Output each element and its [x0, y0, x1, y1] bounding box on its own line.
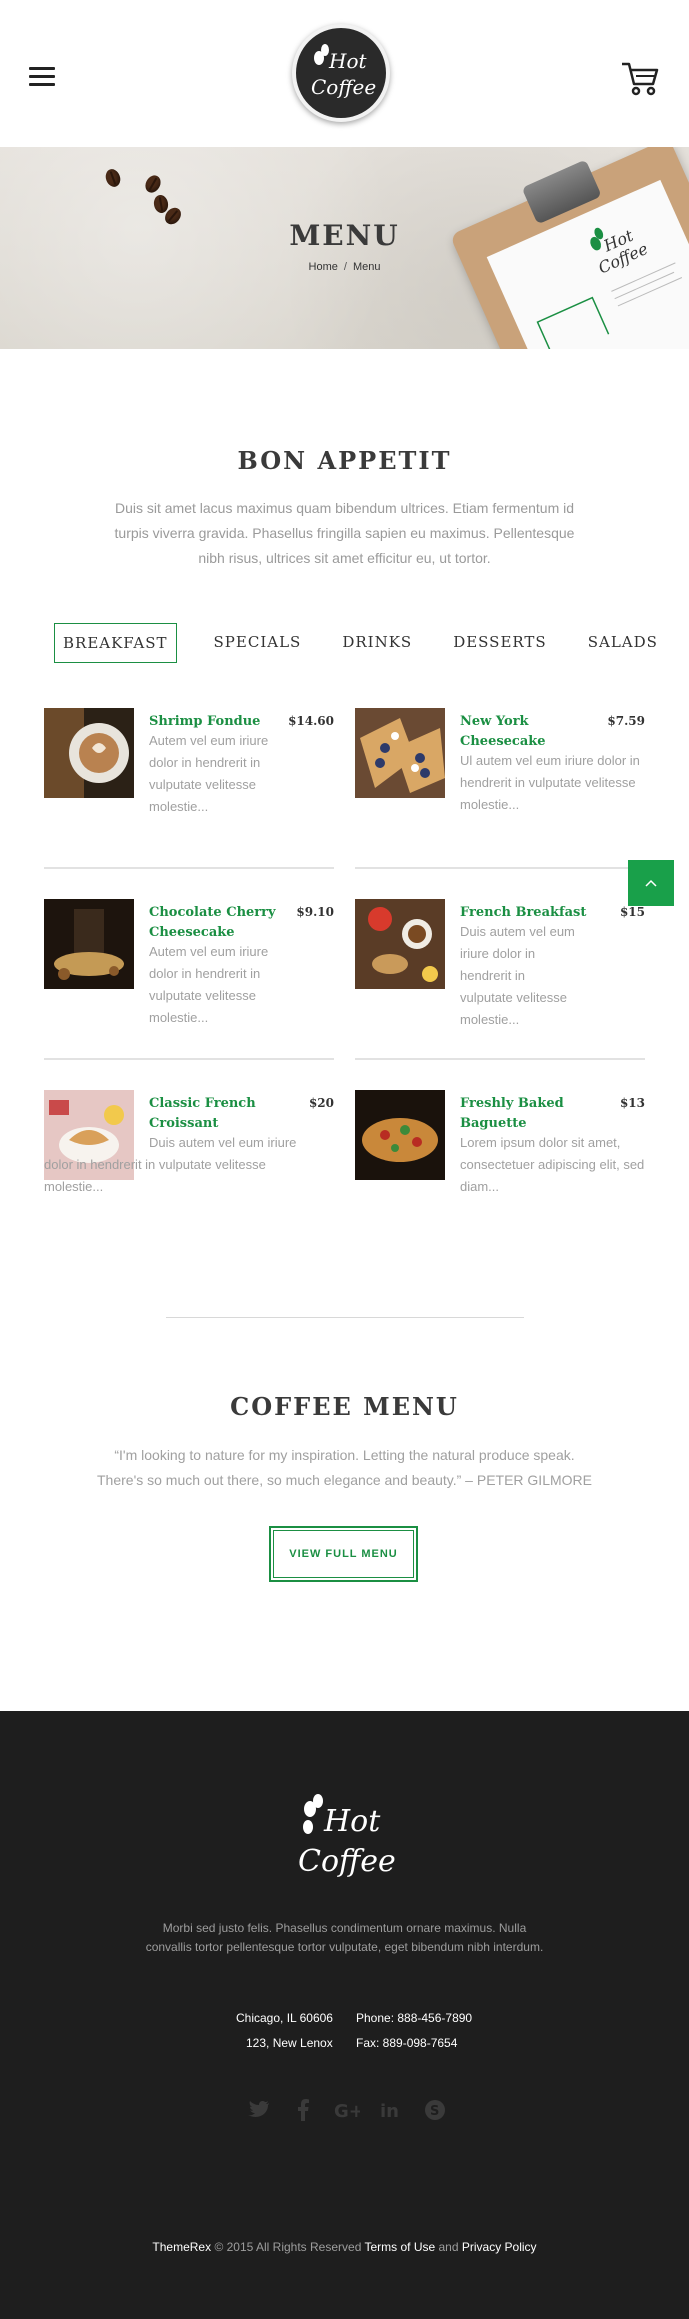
site-logo[interactable]: Hot Coffee	[292, 24, 390, 122]
menu-item[interactable]: French Breakfast $15 Duis autem vel eum …	[355, 899, 645, 1027]
menu-item-image	[355, 1090, 445, 1180]
privacy-policy-link[interactable]: Privacy Policy	[462, 2240, 537, 2254]
menu-tabs: BREAKFAST SPECIALS DRINKS DESSERTS SALAD…	[54, 622, 677, 664]
page-banner: Hot Coffee MENU Home / Menu	[0, 147, 689, 349]
site-footer: Hot Coffee Morbi sed justo felis. Phasel…	[0, 1711, 689, 2319]
section-divider	[166, 1317, 524, 1318]
menu-divider	[44, 867, 334, 869]
breadcrumb-separator: /	[343, 261, 347, 273]
menu-item[interactable]: New York Cheesecake $7.59 Ul autem vel e…	[355, 708, 645, 818]
menu-item-name[interactable]: Freshly Baked Baguette	[460, 1094, 600, 1134]
svg-text:Hot: Hot	[323, 1804, 381, 1839]
svg-text:Hot: Hot	[328, 49, 367, 73]
menu-item-name[interactable]: French Breakfast	[460, 903, 600, 923]
menu-item-image	[44, 899, 134, 989]
tab-breakfast[interactable]: BREAKFAST	[54, 623, 177, 663]
terms-of-use-link[interactable]: Terms of Use	[364, 2240, 435, 2254]
svg-text:G+: G+	[334, 2101, 360, 2120]
social-links: G+ in S	[246, 2097, 466, 2123]
view-full-menu-button[interactable]: VIEW FULL MENU	[269, 1526, 418, 1582]
menu-item-price: $14.60	[288, 714, 334, 728]
menu-divider	[355, 1058, 645, 1060]
logo-coffee-bean-icon: Hot Coffee	[311, 44, 376, 99]
menu-item-description: Ul autem vel eum iriure dolor in hendrer…	[460, 753, 640, 812]
menu-item-price: $13	[619, 1096, 645, 1110]
menu-item-description: Duis autem vel eum iriure dolor in hendr…	[460, 924, 575, 1027]
footer-fax: Fax: 889-098-7654	[356, 2036, 458, 2050]
svg-text:Coffee: Coffee	[298, 1844, 396, 1879]
menu-item-name[interactable]: New York Cheesecake	[460, 712, 580, 752]
footer-address-line-2: 123, New Lenox	[246, 2036, 333, 2050]
menu-item-price: $15	[619, 905, 645, 919]
tab-salads[interactable]: SALADS	[580, 623, 666, 663]
scroll-to-top-button[interactable]	[628, 860, 674, 906]
facebook-icon[interactable]	[290, 2097, 316, 2123]
chevron-up-icon	[645, 879, 657, 887]
tab-desserts[interactable]: DESSERTS	[445, 623, 555, 663]
menu-item-description: Lorem ipsum dolor sit amet, consectetuer…	[460, 1135, 645, 1194]
breadcrumb-home-link[interactable]: Home	[309, 261, 338, 273]
hamburger-icon[interactable]	[29, 67, 55, 87]
skype-icon[interactable]: S	[422, 2097, 448, 2123]
svg-text:Coffee: Coffee	[311, 75, 376, 99]
footer-phone[interactable]: Phone: 888-456-7890	[356, 2011, 472, 2025]
bon-appetit-text: Duis sit amet lacus maximus quam bibendu…	[114, 500, 575, 566]
svg-text:S: S	[430, 2104, 439, 2119]
google-plus-icon[interactable]: G+	[334, 2097, 360, 2123]
menu-item-name[interactable]: Shrimp Fondue	[149, 712, 289, 732]
tab-specials[interactable]: SPECIALS	[206, 623, 310, 663]
copyright-text: © 2015 All Rights Reserved	[211, 2240, 365, 2254]
linkedin-icon[interactable]: in	[378, 2097, 404, 2123]
breadcrumb: Home / Menu	[0, 261, 689, 273]
menu-item-image	[355, 708, 445, 798]
footer-address-line-1: Chicago, IL 60606	[236, 2011, 333, 2025]
page-title: MENU	[289, 219, 400, 252]
view-full-menu-label: VIEW FULL MENU	[289, 1548, 398, 1560]
menu-item-price: $9.10	[296, 905, 334, 919]
copyright: ThemeRex © 2015 All Rights Reserved Term…	[0, 2240, 689, 2254]
menu-item-price: $20	[308, 1096, 334, 1110]
menu-item-image	[44, 708, 134, 798]
menu-divider	[355, 867, 645, 869]
coffee-menu-title: COFFEE MENU	[230, 1392, 459, 1421]
bon-appetit-title: BON APPETIT	[237, 446, 452, 475]
breadcrumb-current: Menu	[352, 261, 381, 273]
menu-item[interactable]: Classic French Croissant $20 Duis autem …	[44, 1090, 334, 1220]
svg-text:in: in	[380, 2101, 399, 2120]
coffee-menu-quote: “I'm looking to nature for my inspiratio…	[97, 1447, 592, 1488]
menu-item[interactable]: Freshly Baked Baguette $13 Lorem ipsum d…	[355, 1090, 645, 1220]
menu-item-description: Autem vel eum iriure dolor in hendrerit …	[149, 733, 269, 814]
menu-item[interactable]: Shrimp Fondue $14.60 Autem vel eum iriur…	[44, 708, 334, 818]
footer-logo[interactable]: Hot Coffee	[290, 1789, 400, 1889]
twitter-icon[interactable]	[246, 2097, 272, 2123]
copyright-and: and	[435, 2240, 462, 2254]
menu-item-name[interactable]: Chocolate Cherry Cheesecake	[149, 903, 289, 943]
footer-blurb: Morbi sed justo felis. Phasellus condime…	[145, 1921, 544, 1954]
cart-icon[interactable]	[620, 60, 660, 98]
themerex-link[interactable]: ThemeRex	[152, 2240, 211, 2254]
menu-item-description: Autem vel eum iriure dolor in hendrerit …	[149, 944, 269, 1025]
menu-item[interactable]: Chocolate Cherry Cheesecake $9.10 Autem …	[44, 899, 334, 1025]
menu-divider	[44, 1058, 334, 1060]
menu-item-description: Duis autem vel eum iriure dolor in hendr…	[44, 1135, 297, 1194]
menu-item-image	[355, 899, 445, 989]
tab-drinks[interactable]: DRINKS	[334, 623, 420, 663]
site-header: Hot Coffee	[0, 0, 689, 147]
menu-item-name[interactable]: Classic French Croissant	[149, 1094, 284, 1134]
menu-item-price: $7.59	[607, 714, 645, 728]
